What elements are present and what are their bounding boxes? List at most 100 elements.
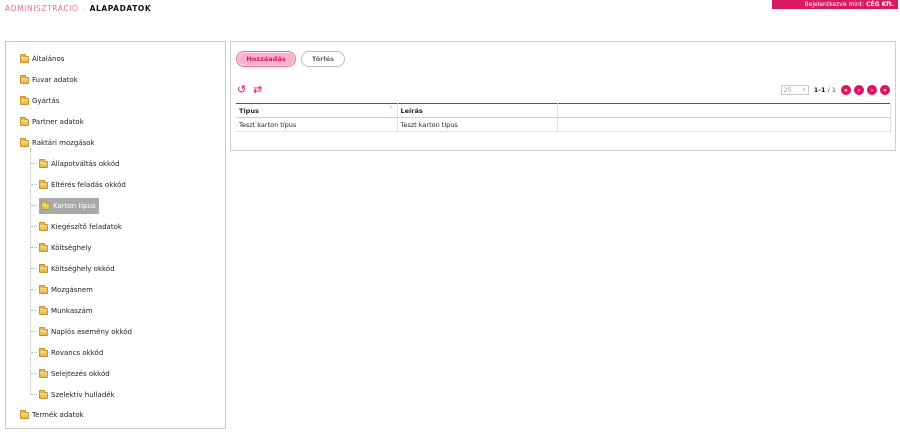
page-size-value: 25 — [783, 86, 792, 94]
page-total: / 1 — [827, 86, 836, 94]
table-cell-tipus: Teszt karton típus — [236, 117, 398, 132]
delete-button[interactable]: Törlés — [301, 51, 345, 67]
tree-item-label: Fuvar adatok — [32, 76, 78, 84]
tree-connector — [31, 352, 37, 353]
tree-item-label: Rovancs okkód — [51, 349, 104, 357]
tree-connector — [31, 394, 37, 395]
tree-connector — [31, 310, 37, 311]
tree-item-label: Munkaszám — [51, 307, 93, 315]
tree-item-label: Állapotváltás okkód — [51, 160, 120, 168]
tree-item-label: Költséghely — [51, 244, 92, 252]
folder-icon — [20, 116, 29, 126]
tree-connector — [31, 373, 37, 374]
breadcrumb-separator: › — [82, 6, 86, 13]
refresh-icon[interactable]: ↺ — [237, 84, 246, 95]
tree-item-koltseghely[interactable]: Költséghely — [39, 241, 91, 255]
folder-icon — [20, 95, 29, 105]
pagination: 25 ∨ 1-1 / 1 « ‹ › » — [780, 84, 890, 96]
column-header-tipus[interactable]: Típus ^ — [236, 103, 398, 118]
table-cell-empty — [557, 117, 891, 132]
folder-icon — [39, 242, 48, 252]
login-company[interactable]: CÉG Kft. — [866, 1, 894, 8]
page-range-value: 1-1 — [813, 86, 826, 94]
tree-item-label: Partner adatok — [32, 118, 84, 126]
tree-item-kiegeszito-feladatok[interactable]: Kiegészítő feladatok — [39, 220, 122, 234]
top-bar: ADMINISZTRÁCIÓ › ALAPADATOK Bejelentkezve … — [0, 0, 900, 20]
folder-icon — [39, 347, 48, 357]
column-header-label: Leírás — [400, 106, 423, 115]
tree-connector — [31, 226, 37, 227]
tree-connector — [31, 205, 37, 206]
sort-asc-icon[interactable]: ^ — [388, 106, 393, 113]
tree-item-elteres-feladas-okkod[interactable]: Eltérés feladás okkód — [39, 178, 126, 192]
folder-icon — [41, 200, 50, 210]
tree-item-koltseghely-okkod[interactable]: Költséghely okkód — [39, 262, 115, 276]
tree-item-label: Szelektív hulladék — [51, 391, 115, 399]
folder-icon — [39, 368, 48, 378]
folder-icon — [39, 221, 48, 231]
last-page-icon[interactable]: » — [880, 85, 890, 95]
tree-item-label: Eltérés feladás okkód — [51, 181, 126, 189]
tree-connector — [31, 163, 37, 164]
page-range: 1-1 / 1 — [814, 86, 836, 94]
table-cell-leiras: Teszt karton típus — [397, 117, 558, 132]
column-header-leiras[interactable]: Leírás — [397, 103, 558, 118]
tree-item-karton-tipus[interactable]: Karton típus — [39, 198, 99, 214]
tree-item-mozgasnem[interactable]: Mozgásnem — [39, 283, 93, 297]
tree-item-label: Gyártás — [32, 97, 60, 105]
category-tree: Általános Fuvar adatok Gyártás Partner a… — [5, 41, 226, 429]
tree-connector — [31, 331, 37, 332]
tree-item-gyartas[interactable]: Gyártás — [20, 94, 59, 108]
breadcrumb-current: ALAPADATOK — [89, 4, 152, 13]
add-button[interactable]: Hozzáadás — [236, 51, 296, 67]
tree-item-label: Általános — [32, 55, 65, 63]
tree-item-partner-adatok[interactable]: Partner adatok — [20, 115, 84, 129]
chevron-down-icon: ∨ — [802, 87, 806, 93]
folder-icon — [39, 305, 48, 315]
folder-icon — [20, 137, 29, 147]
folder-icon — [39, 284, 48, 294]
tree-item-label: Naplós esemény okkód — [51, 328, 133, 336]
tree-item-allapotvaltas-okkod[interactable]: Állapotváltás okkód — [39, 157, 120, 171]
login-label: Bejelentkezve mint: — [804, 1, 865, 8]
tree-connector — [31, 184, 37, 185]
swap-icon[interactable]: ⇄ — [253, 84, 262, 95]
folder-icon — [20, 409, 29, 419]
folder-icon — [39, 263, 48, 273]
login-status-badge: Bejelentkezve mint: CÉG Kft. — [772, 0, 898, 9]
tree-item-szelektiv-hulladek[interactable]: Szelektív hulladék — [39, 388, 115, 402]
breadcrumb: ADMINISZTRÁCIÓ › ALAPADATOK — [5, 4, 151, 13]
tree-item-label: Raktári mozgások — [32, 139, 95, 147]
first-page-icon[interactable]: « — [841, 85, 851, 95]
tree-item-naplos-esemeny-okkod[interactable]: Naplós esemény okkód — [39, 325, 132, 339]
tree-item-label: Kiegészítő feladatok — [51, 223, 122, 231]
data-table: Típus ^ Leírás Teszt karton típus Teszt k… — [236, 103, 891, 132]
column-header-label: Típus — [239, 106, 259, 115]
tree-item-munkaszam[interactable]: Munkaszám — [39, 304, 93, 318]
folder-icon — [39, 179, 48, 189]
tree-item-label: Költséghely okkód — [51, 265, 115, 273]
tree-item-label: Mozgásnem — [51, 286, 93, 294]
content-panel: Hozzáadás Törlés ↺ ⇄ 25 ∨ 1-1 / 1 « ‹ › … — [230, 41, 896, 151]
tree-item-label: Karton típus — [53, 202, 96, 210]
tree-item-fuvar-adatok[interactable]: Fuvar adatok — [20, 73, 78, 87]
tree-item-selejtezes-okkod[interactable]: Selejtezés okkód — [39, 367, 110, 381]
tree-item-raktari-mozgasok[interactable]: Raktári mozgások — [20, 136, 95, 150]
table-row[interactable]: Teszt karton típus Teszt karton típus — [236, 117, 891, 132]
column-header-empty — [557, 103, 891, 118]
tree-item-label: Selejtezés okkód — [51, 370, 110, 378]
tree-item-altalanos[interactable]: Általános — [20, 52, 64, 66]
folder-icon — [20, 74, 29, 84]
folder-icon — [39, 326, 48, 336]
next-page-icon[interactable]: › — [867, 85, 877, 95]
tree-item-rovancs-okkod[interactable]: Rovancs okkód — [39, 346, 103, 360]
table-header-row: Típus ^ Leírás — [236, 103, 891, 118]
folder-icon — [39, 158, 48, 168]
folder-icon — [39, 389, 48, 399]
prev-page-icon[interactable]: ‹ — [854, 85, 864, 95]
breadcrumb-parent[interactable]: ADMINISZTRÁCIÓ — [5, 4, 79, 13]
tree-item-termek-adatok[interactable]: Termék adatok — [20, 408, 84, 422]
tree-connector — [31, 289, 37, 290]
page-size-select[interactable]: 25 ∨ — [780, 85, 809, 95]
tree-connector — [31, 268, 37, 269]
